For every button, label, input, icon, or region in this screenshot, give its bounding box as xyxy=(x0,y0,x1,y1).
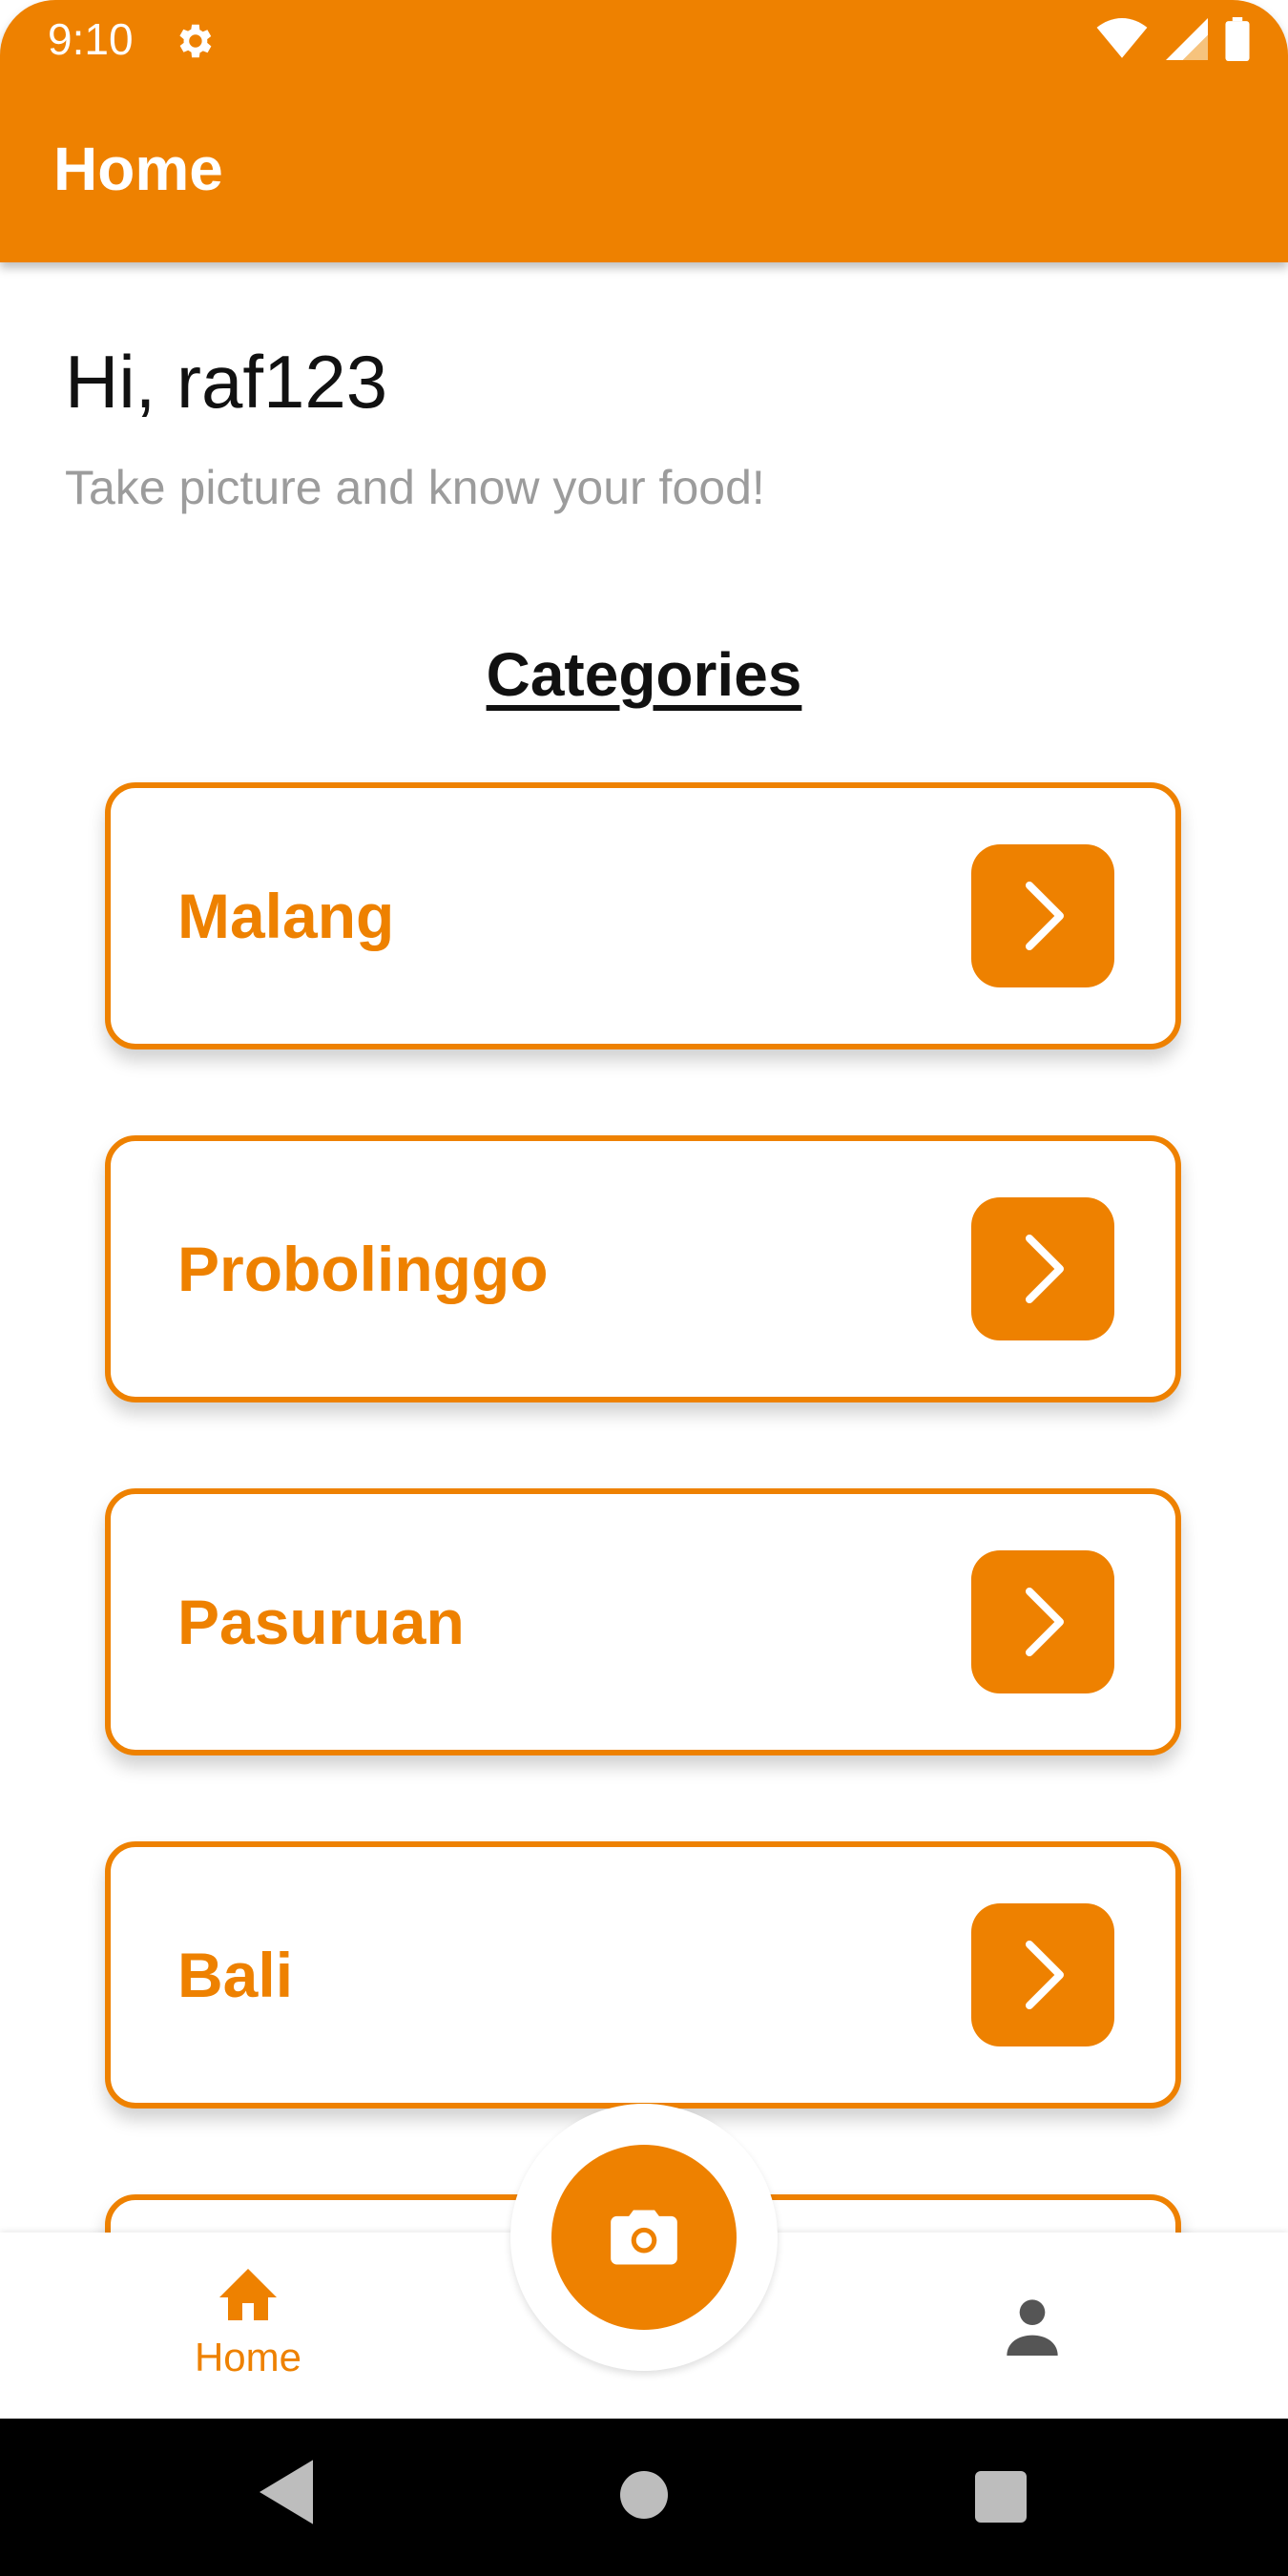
category-card-bali[interactable]: Bali xyxy=(105,1841,1181,2109)
category-label: Pasuruan xyxy=(177,1587,465,1657)
open-category-button[interactable] xyxy=(971,1550,1114,1693)
back-icon[interactable] xyxy=(260,2459,313,2525)
open-category-button[interactable] xyxy=(971,844,1114,987)
system-nav-bar xyxy=(0,2419,1288,2576)
recents-square-icon[interactable] xyxy=(975,2471,1027,2523)
category-label: Probolinggo xyxy=(177,1234,549,1304)
open-category-button[interactable] xyxy=(971,1903,1114,2046)
chevron-right-icon xyxy=(1026,1588,1064,1656)
chevron-right-icon xyxy=(1026,1941,1064,2009)
camera-icon xyxy=(611,2210,677,2265)
nav-home-label: Home xyxy=(194,2335,302,2379)
nav-home-tab[interactable]: Home xyxy=(191,2261,305,2380)
open-category-button[interactable] xyxy=(971,1197,1114,1340)
signal-icon xyxy=(1166,18,1208,60)
wifi-icon xyxy=(1096,18,1148,58)
status-time: 9:10 xyxy=(48,14,134,64)
chevron-right-icon xyxy=(1026,1235,1064,1303)
home-circle-icon[interactable] xyxy=(620,2471,668,2519)
home-icon xyxy=(219,2269,277,2320)
phone-screen: 9:10 Home Hi, raf123 Take picture and kn… xyxy=(0,0,1288,2576)
category-card-probolinggo[interactable]: Probolinggo xyxy=(105,1135,1181,1402)
category-label: Bali xyxy=(177,1940,294,2010)
settings-icon xyxy=(179,24,212,58)
person-icon xyxy=(1007,2299,1058,2356)
greeting-text: Hi, raf123 xyxy=(65,340,388,424)
app-bar: 9:10 Home xyxy=(0,0,1288,262)
camera-button[interactable] xyxy=(551,2145,737,2330)
category-card-malang[interactable]: Malang xyxy=(105,782,1181,1049)
nav-profile-tab[interactable] xyxy=(1002,2295,1063,2360)
categories-heading: Categories xyxy=(486,640,802,709)
greeting-subtitle: Take picture and know your food! xyxy=(65,461,765,514)
category-label: Malang xyxy=(177,881,395,951)
chevron-right-icon xyxy=(1026,882,1064,950)
category-card-pasuruan[interactable]: Pasuruan xyxy=(105,1488,1181,1755)
status-icons xyxy=(1095,17,1250,61)
battery-icon xyxy=(1225,17,1250,61)
page-title: Home xyxy=(53,135,223,203)
